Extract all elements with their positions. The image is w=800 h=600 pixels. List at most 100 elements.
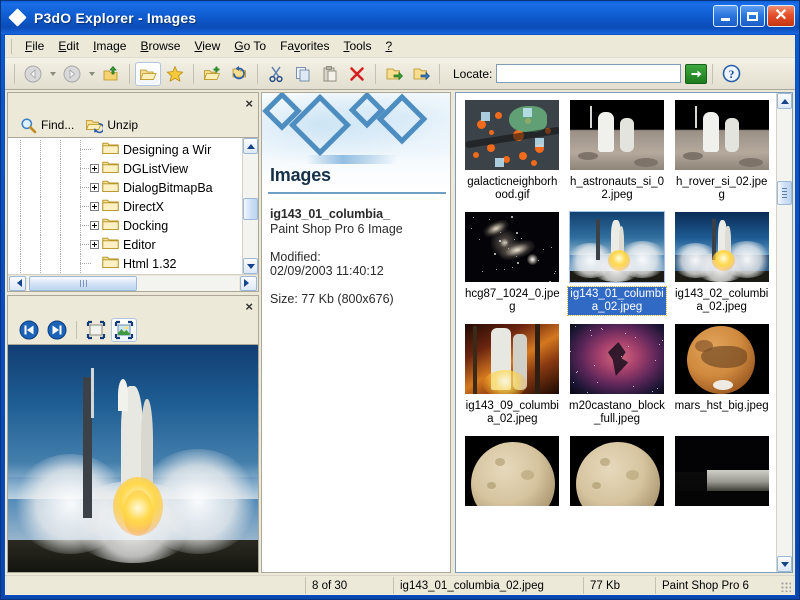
thumbnail-image[interactable] <box>569 323 665 395</box>
back-dropdown[interactable] <box>47 62 58 86</box>
thumbnail-item[interactable]: ig143_09_columbia_02.jpeg <box>460 321 565 433</box>
close-button[interactable]: ✕ <box>767 5 795 27</box>
next-image-button[interactable] <box>44 318 70 342</box>
tree-expand-toggle[interactable] <box>90 164 99 173</box>
thumbnail-item[interactable] <box>565 433 670 513</box>
menu-edit[interactable]: Edit <box>51 36 86 56</box>
thumbnail-image[interactable] <box>464 211 560 283</box>
thumbnail-image[interactable] <box>674 99 770 171</box>
thumbs-scroll-track[interactable] <box>777 109 792 556</box>
menu-image[interactable]: Image <box>86 36 133 56</box>
menu-view[interactable]: View <box>187 36 227 56</box>
actual-size-button[interactable] <box>83 318 109 342</box>
locate-go-button[interactable] <box>685 64 707 84</box>
tree-expand-toggle[interactable] <box>90 202 99 211</box>
back-button[interactable] <box>20 62 46 86</box>
tree-scroll-right-button[interactable] <box>240 276 257 291</box>
thumbnail-item[interactable]: mars_hst_big.jpeg <box>669 321 774 433</box>
tree-expand-toggle[interactable] <box>90 183 99 192</box>
thumbnail-item[interactable] <box>460 433 565 513</box>
favorites-button[interactable] <box>162 62 188 86</box>
tree-item-docking[interactable]: Docking <box>8 216 242 235</box>
menu-file[interactable]: FFileile <box>18 36 51 56</box>
up-button[interactable] <box>98 62 124 86</box>
tree-item-designing-a-wir[interactable]: Designing a Wir <box>8 140 242 159</box>
thumbnail-item[interactable]: ig143_01_columbia_02.jpeg <box>565 209 670 321</box>
image-preview-close-icon[interactable]: × <box>245 300 253 313</box>
title-bar: P3dO Explorer - Images ✕ <box>1 1 799 34</box>
cut-button[interactable] <box>263 62 289 86</box>
status-file-name: ig143_01_columbia_02.jpeg <box>393 577 581 594</box>
refresh-button[interactable] <box>226 62 252 86</box>
tree-item-html-1-32[interactable]: Html 1.32 <box>8 254 242 273</box>
thumbnail-item[interactable]: h_astronauts_si_02.jpeg <box>565 97 670 209</box>
thumbnail-item[interactable]: h_rover_si_02.jpeg <box>669 97 774 209</box>
folder-tree-list[interactable]: Designing a Wir DGListView DialogBitmapB… <box>8 138 242 274</box>
tree-item-directx[interactable]: DirectX <box>8 197 242 216</box>
tree-item-dglistview[interactable]: DGListView <box>8 159 242 178</box>
status-file-size: 77 Kb <box>583 577 653 594</box>
minimize-button[interactable] <box>713 5 738 27</box>
previous-image-button[interactable] <box>16 318 42 342</box>
tree-scroll-track[interactable] <box>243 154 258 258</box>
tree-scroll-thumb[interactable] <box>243 198 258 220</box>
paste-button[interactable] <box>317 62 343 86</box>
tree-scroll-left-button[interactable] <box>9 276 26 291</box>
thumbnail-item[interactable]: m20castano_block_full.jpeg <box>565 321 670 433</box>
thumbnail-item[interactable]: hcg87_1024_0.jpeg <box>460 209 565 321</box>
thumbnail-image[interactable] <box>569 99 665 171</box>
thumbnail-item[interactable]: ig143_02_columbia_02.jpeg <box>669 209 774 321</box>
thumbnail-image[interactable] <box>464 323 560 395</box>
delete-button[interactable] <box>344 62 370 86</box>
copy-to-button[interactable] <box>408 62 434 86</box>
thumbnail-image[interactable] <box>569 211 665 283</box>
tree-hscroll-track[interactable] <box>27 276 239 291</box>
unzip-button[interactable]: Unzip <box>83 116 143 135</box>
tree-indent-guides <box>10 216 90 235</box>
thumbnail-image[interactable] <box>674 435 770 507</box>
thumbs-scroll-up-button[interactable] <box>777 93 792 109</box>
fit-to-window-button[interactable] <box>111 318 137 342</box>
thumbs-scroll-down-button[interactable] <box>777 556 792 572</box>
locate-input[interactable] <box>496 64 681 83</box>
folder-tree-hscrollbar[interactable] <box>8 274 258 291</box>
menu-goto[interactable]: Go To <box>227 36 273 56</box>
folder-tree-vscrollbar[interactable] <box>242 138 258 274</box>
menu-help[interactable]: ? <box>378 36 399 56</box>
help-button[interactable]: ? <box>718 62 744 86</box>
preview-image-canvas[interactable] <box>8 344 258 572</box>
folder-tree-close-icon[interactable]: × <box>245 97 253 110</box>
find-button[interactable]: Find... <box>18 116 79 135</box>
thumbnail-image[interactable] <box>464 435 560 507</box>
thumbnail-image[interactable] <box>569 435 665 507</box>
browse-button[interactable] <box>135 62 161 86</box>
menu-tools[interactable]: Tools <box>336 36 378 56</box>
tree-indent-guides <box>10 178 90 197</box>
tree-scroll-down-button[interactable] <box>243 258 258 274</box>
tree-item-dialogbitmapba[interactable]: DialogBitmapBa <box>8 178 242 197</box>
move-to-button[interactable] <box>381 62 407 86</box>
copy-button[interactable] <box>290 62 316 86</box>
menu-browse[interactable]: Browse <box>133 36 187 56</box>
tree-item-label: DialogBitmapBa <box>123 181 213 195</box>
thumbnail-image[interactable] <box>464 99 560 171</box>
status-resize-grip[interactable] <box>779 577 793 594</box>
tree-hscroll-thumb[interactable] <box>29 276 137 291</box>
new-folder-button[interactable] <box>199 62 225 86</box>
tree-scroll-up-button[interactable] <box>243 138 258 154</box>
tree-expand-toggle[interactable] <box>90 240 99 249</box>
menu-favorites[interactable]: Favorites <box>273 36 336 56</box>
thumbnail-vscrollbar[interactable] <box>776 93 792 572</box>
thumbnail-image[interactable] <box>674 323 770 395</box>
thumbs-scroll-thumb[interactable] <box>777 181 792 205</box>
forward-button[interactable] <box>59 62 85 86</box>
thumbnail-item[interactable] <box>669 433 774 513</box>
forward-dropdown[interactable] <box>86 62 97 86</box>
thumbnail-image[interactable] <box>674 211 770 283</box>
thumbnail-artwork <box>465 212 559 282</box>
thumbnail-item[interactable]: galacticneighborhood.gif <box>460 97 565 209</box>
thumbnail-grid[interactable]: galacticneighborhood.gif h_astronauts_si_… <box>456 93 776 572</box>
maximize-button[interactable] <box>740 5 765 27</box>
tree-expand-toggle[interactable] <box>90 221 99 230</box>
tree-item-editor[interactable]: Editor <box>8 235 242 254</box>
